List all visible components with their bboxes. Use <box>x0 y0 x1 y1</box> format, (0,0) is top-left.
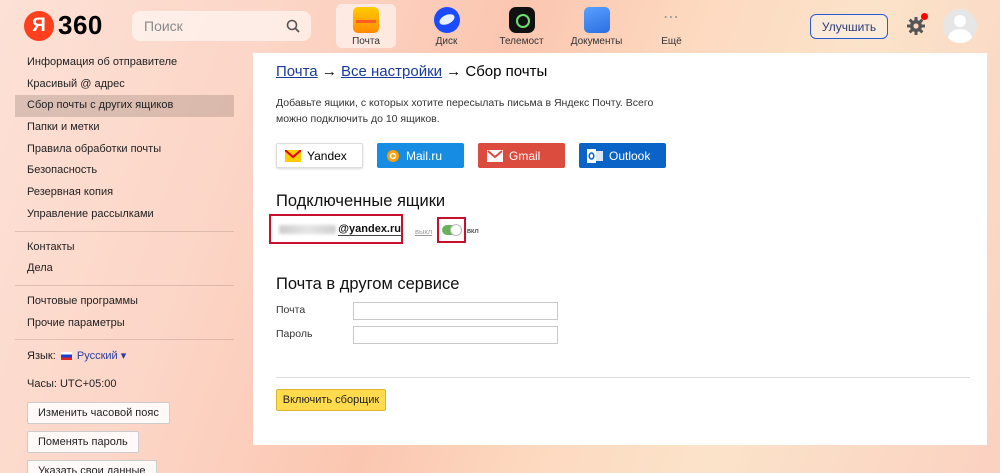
sidebar-item-contacts[interactable]: Контакты <box>15 237 234 259</box>
outlook-provider-button[interactable]: Outlook <box>579 143 666 168</box>
settings-sidebar: Информация об отправителе Красивый @ адр… <box>15 52 234 473</box>
page-description: Добавьте ящики, с которых хотите пересыл… <box>276 97 654 125</box>
provider-label: Yandex <box>307 148 347 163</box>
sidebar-divider <box>15 339 234 341</box>
search-input[interactable] <box>144 18 284 34</box>
mail-field-label: Почта <box>276 304 306 316</box>
service-label: Телемост <box>499 36 544 47</box>
service-disk[interactable]: Диск <box>410 4 483 48</box>
blurred-username <box>279 224 337 234</box>
timezone-label: Часы: UTC+05:00 <box>27 378 117 391</box>
sidebar-item-mail-rules[interactable]: Правила обработки почты <box>15 139 234 161</box>
language-label: Язык: <box>27 350 56 363</box>
sidebar-item-backup[interactable]: Резервная копия <box>15 182 234 204</box>
at-sign-icon <box>386 149 400 163</box>
form-divider <box>276 377 970 378</box>
breadcrumb-all-settings-link[interactable]: Все настройки <box>341 63 442 80</box>
mail-collection-panel: Почта → Все настройки → Сбор почты Добав… <box>253 53 987 445</box>
outlook-icon <box>587 148 603 163</box>
service-label: Диск <box>435 36 458 47</box>
services-bar: Почта Диск Телемост Документы ⋯ Ещё <box>336 4 710 48</box>
service-documents[interactable]: Документы <box>560 4 633 48</box>
provider-label: Gmail <box>509 148 541 163</box>
mail-icon <box>353 7 379 33</box>
sidebar-item-other-settings[interactable]: Прочие параметры <box>15 313 234 335</box>
sidebar-item-security[interactable]: Безопасность <box>15 160 234 182</box>
documents-icon <box>583 7 610 33</box>
dropdown-caret-icon: ▾ <box>120 350 127 363</box>
service-mail[interactable]: Почта <box>336 4 396 48</box>
toggle-on-label: вкл <box>467 226 479 235</box>
more-icon: ⋯ <box>663 9 680 26</box>
gmail-icon <box>487 149 503 162</box>
sidebar-item-tasks[interactable]: Дела <box>15 258 234 280</box>
connected-mailboxes-heading: Подключенные ящики <box>276 192 446 210</box>
breadcrumb-mail-link[interactable]: Почта <box>276 63 318 80</box>
change-password-button[interactable]: Поменять пароль <box>27 431 139 454</box>
breadcrumb-current: Сбор почты <box>465 63 548 80</box>
edit-personal-data-button[interactable]: Указать свои данные <box>27 460 157 473</box>
service-label: Почта <box>352 36 380 47</box>
password-field-label: Пароль <box>276 328 313 340</box>
breadcrumb: Почта → Все настройки → Сбор почты <box>276 63 547 80</box>
sidebar-item-sender-info[interactable]: Информация об отправителе <box>15 52 234 74</box>
provider-label: Outlook <box>609 148 651 163</box>
other-service-heading: Почта в другом сервисе <box>276 275 460 293</box>
disk-icon <box>433 7 460 33</box>
toggle-knob <box>450 224 462 236</box>
gmail-provider-button[interactable]: Gmail <box>478 143 565 168</box>
provider-label: Mail.ru <box>406 148 443 163</box>
toggle-off-label[interactable]: выкл <box>415 227 432 236</box>
user-avatar[interactable] <box>943 9 977 43</box>
mailru-provider-button[interactable]: Mail.ru <box>377 143 464 168</box>
language-row: Язык: Русский ▾ <box>15 345 234 367</box>
service-label: Документы <box>570 36 623 47</box>
yandex-360-logo[interactable]: Я 360 <box>24 10 103 41</box>
collector-toggle[interactable] <box>442 224 462 236</box>
service-telemost[interactable]: Телемост <box>485 4 558 48</box>
notification-dot <box>921 13 928 20</box>
yandex-logo-badge: Я <box>24 10 54 41</box>
connected-account-highlight[interactable]: @yandex.ru <box>269 214 403 244</box>
breadcrumb-arrow: → <box>442 63 466 80</box>
password-field-input[interactable] <box>353 326 558 344</box>
sidebar-item-folders-labels[interactable]: Папки и метки <box>15 117 234 139</box>
service-more[interactable]: ⋯ Ещё <box>635 4 708 48</box>
connected-account-email[interactable]: @yandex.ru <box>338 223 401 236</box>
change-timezone-button[interactable]: Изменить часовой пояс <box>27 402 170 425</box>
sidebar-item-mail-clients[interactable]: Почтовые программы <box>15 291 234 313</box>
collector-toggle-highlight[interactable] <box>437 217 466 243</box>
sidebar-item-subscriptions[interactable]: Управление рассылками <box>15 204 234 226</box>
provider-buttons: Yandex Mail.ru Gmail Outlook <box>276 143 680 168</box>
top-header: Я 360 Почта Диск Телемост Документы ⋯ Ещ… <box>0 0 1000 52</box>
search-icon[interactable] <box>286 19 300 33</box>
yandex-provider-button[interactable]: Yandex <box>276 143 363 168</box>
language-value: Русский <box>76 350 118 363</box>
sidebar-divider <box>15 284 234 286</box>
breadcrumb-arrow: → <box>317 63 341 80</box>
envelope-icon <box>285 149 301 162</box>
sidebar-item-mail-collection[interactable]: Сбор почты с других ящиков <box>15 95 234 118</box>
enable-collector-button[interactable]: Включить сборщик <box>276 389 386 411</box>
sidebar-item-beautiful-address[interactable]: Красивый @ адрес <box>15 74 234 96</box>
russian-flag-icon <box>60 352 72 361</box>
search-box[interactable] <box>132 11 311 41</box>
upgrade-button[interactable]: Улучшить <box>810 14 888 39</box>
language-select[interactable]: Русский ▾ <box>77 350 126 362</box>
service-label: Ещё <box>661 36 682 47</box>
telemost-icon <box>508 7 535 33</box>
sidebar-divider <box>15 230 234 232</box>
mail-field-input[interactable] <box>353 302 558 320</box>
logo-text: 360 <box>58 10 103 40</box>
